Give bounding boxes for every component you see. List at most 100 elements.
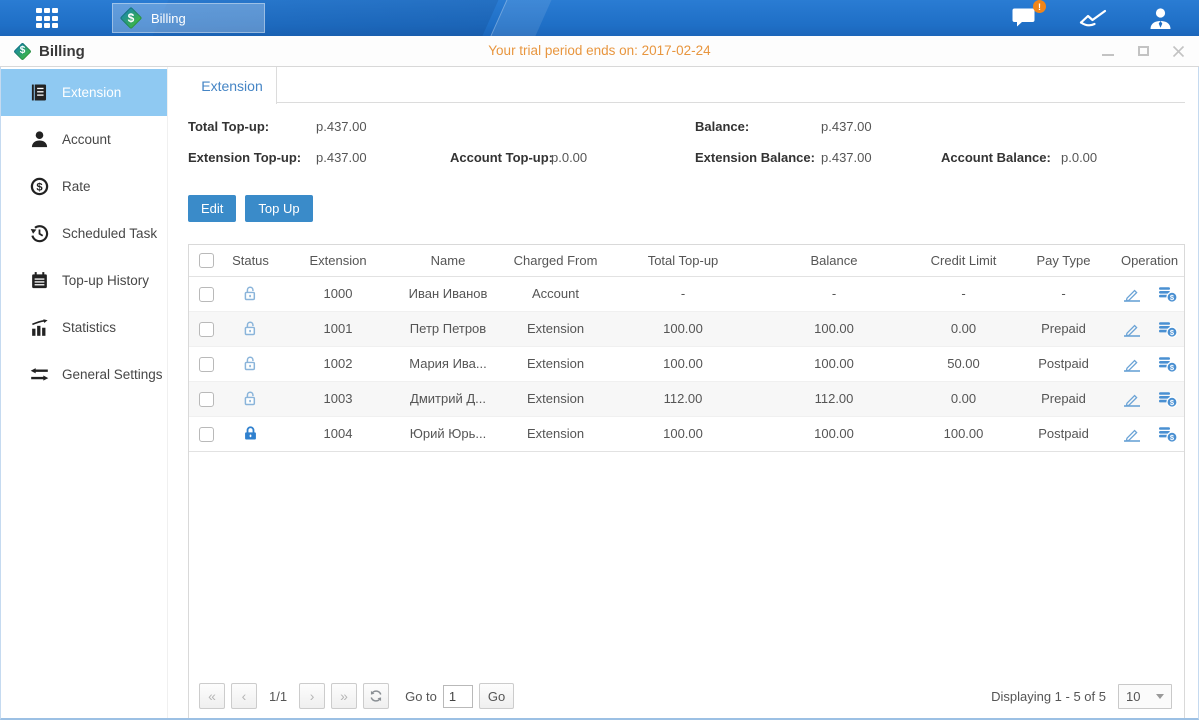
svg-text:$: $ [36,181,43,193]
maximize-icon[interactable] [1136,44,1150,58]
balance-label: Balance: [695,119,821,134]
extension-cell: 1001 [278,311,398,346]
clock-history-icon [30,224,49,243]
extension-topup-label: Extension Top-up: [188,150,316,165]
edit-icon[interactable] [1122,390,1142,408]
sidebar-item-top-up-history[interactable]: Top-up History [1,257,167,304]
messages-icon[interactable]: ! [1011,6,1038,30]
prev-page-button[interactable]: ‹ [231,683,257,709]
minimize-icon[interactable] [1101,44,1115,58]
extension-cell: 1002 [278,346,398,381]
balance-cell: 100.00 [753,416,915,451]
calendar-icon [30,271,49,290]
account-balance-label: Account Balance: [941,150,1061,165]
total-topup-cell: 100.00 [613,311,753,346]
topbar-right-icons: ! [1011,0,1173,36]
sidebar-item-label: Account [62,132,111,147]
row-checkbox[interactable] [199,427,214,442]
sidebar-item-scheduled-task[interactable]: Scheduled Task [1,210,167,257]
operation-cell: $ [1115,285,1184,303]
row-checkbox[interactable] [199,287,214,302]
taskbar-tab-billing[interactable]: $ Billing [112,3,265,33]
taskbar-tab-label: Billing [151,11,186,26]
trial-period-message: Your trial period ends on: 2017-02-24 [0,36,1199,66]
page-size-select[interactable]: 10 [1118,684,1172,709]
page-indicator: 1/1 [269,689,287,704]
total-topup-label: Total Top-up: [188,119,316,134]
topup-icon[interactable]: $ [1158,355,1178,373]
goto-page-input[interactable] [443,685,473,708]
sidebar-item-account[interactable]: Account [1,116,167,163]
topup-icon[interactable]: $ [1158,390,1178,408]
extension-topup-field: Extension Top-up:p.437.00 [188,150,367,165]
row-checkbox[interactable] [199,392,214,407]
first-page-button[interactable]: « [199,683,225,709]
refresh-button[interactable] [363,683,389,709]
app-launcher-icon[interactable] [36,8,67,29]
sidebar-item-label: General Settings [62,367,163,382]
sidebar-item-rate[interactable]: $ Rate [1,163,167,210]
sidebar-item-extension[interactable]: Extension [1,69,167,116]
sidebar-item-statistics[interactable]: Statistics [1,304,167,351]
extension-topup-value: p.437.00 [316,150,367,165]
column-header-operation: Operation [1115,245,1184,276]
sidebar-item-label: Rate [62,179,91,194]
top-up-button[interactable]: Top Up [245,195,312,222]
edit-button[interactable]: Edit [188,195,236,222]
select-all-checkbox[interactable] [199,253,214,268]
edit-icon[interactable] [1122,425,1142,443]
edit-icon[interactable] [1122,285,1142,303]
table-row: 1000Иван ИвановAccount----$ [189,276,1184,311]
chevron-down-icon [1156,694,1164,699]
pay-type-cell: Postpaid [1012,416,1115,451]
sidebar-item-label: Extension [62,85,121,100]
topup-icon[interactable]: $ [1158,320,1178,338]
close-icon[interactable] [1171,44,1185,58]
name-cell: Петр Петров [398,311,498,346]
balance-cell: 100.00 [753,346,915,381]
column-header-balance: Balance [753,245,915,276]
edit-icon[interactable] [1122,320,1142,338]
billing-app-window: $ Billing ! [0,0,1199,720]
go-button[interactable]: Go [479,683,514,709]
last-page-button[interactable]: » [331,683,357,709]
charged-from-cell: Extension [498,311,613,346]
extension-balance-value: p.437.00 [821,150,872,165]
table-row: 1002Мария Ива...Extension100.00100.0050.… [189,346,1184,381]
column-header-total-topup: Total Top-up [613,245,753,276]
account-topup-field: Account Top-up:p.0.00 [450,150,587,165]
goto-label: Go to [405,689,437,704]
operation-cell: $ [1115,425,1184,443]
operation-cell: $ [1115,390,1184,408]
sidebar-item-label: Statistics [62,320,116,335]
credit-limit-cell: - [915,276,1012,311]
pager-summary: Displaying 1 - 5 of 5 10 [991,684,1172,709]
system-topbar: $ Billing ! [0,0,1199,36]
tab-extension[interactable]: Extension [188,67,277,104]
user-account-icon[interactable] [1148,7,1173,30]
extension-table: Status Extension Name Charged From Total… [189,245,1184,452]
topup-icon[interactable]: $ [1158,285,1178,303]
edit-icon[interactable] [1122,355,1142,373]
sidebar-item-general-settings[interactable]: General Settings [1,351,167,398]
row-checkbox[interactable] [199,357,214,372]
table-row: 1001Петр ПетровExtension100.00100.000.00… [189,311,1184,346]
extension-balance-label: Extension Balance: [695,150,821,165]
row-checkbox[interactable] [199,322,214,337]
table-row: 1003Дмитрий Д...Extension112.00112.000.0… [189,381,1184,416]
line-chart-icon[interactable] [1078,7,1108,29]
displaying-text: Displaying 1 - 5 of 5 [991,689,1106,704]
billing-diamond-icon: $ [120,7,142,29]
notification-badge: ! [1033,0,1046,13]
topup-icon[interactable]: $ [1158,425,1178,443]
sidebar-menu: Extension Account $ Rate Scheduled TaskTop-u… [1,67,168,718]
credit-limit-cell: 0.00 [915,311,1012,346]
pay-type-cell: Prepaid [1012,311,1115,346]
credit-limit-cell: 0.00 [915,381,1012,416]
dollar-circle-icon: $ [30,177,49,196]
balance-cell: 100.00 [753,311,915,346]
ledger-icon [30,83,49,102]
name-cell: Дмитрий Д... [398,381,498,416]
next-page-button[interactable]: › [299,683,325,709]
table-header-row: Status Extension Name Charged From Total… [189,245,1184,276]
